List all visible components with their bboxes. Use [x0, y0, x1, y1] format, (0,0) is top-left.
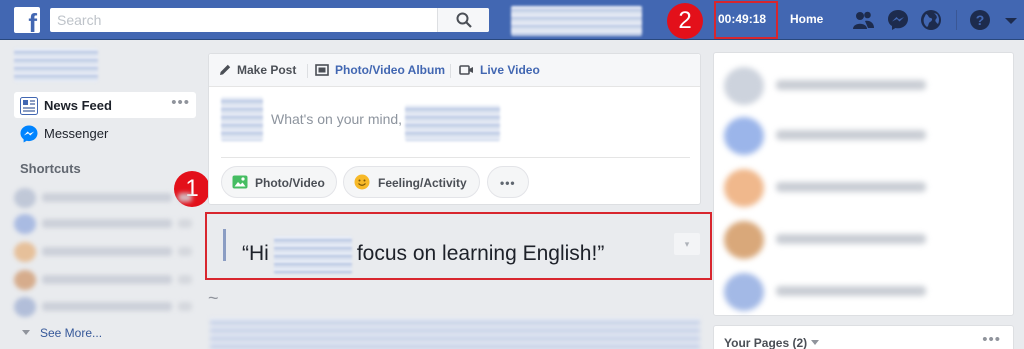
photo-video-button[interactable]: Photo/Video — [221, 166, 337, 198]
video-camera-icon — [459, 65, 473, 75]
pages-options-button[interactable]: ••• — [982, 331, 1001, 348]
more-options-button[interactable]: ••• — [487, 166, 529, 198]
right-item-blurred[interactable] — [724, 117, 1004, 155]
news-feed-icon — [20, 97, 38, 115]
profile-thumbnail-blurred[interactable] — [511, 6, 642, 36]
usage-timer: 00:49:18 — [718, 12, 767, 26]
feeling-activity-label: Feeling/Activity — [378, 176, 467, 190]
photo-video-label: Photo/Video — [255, 176, 325, 190]
news-feed-options-button[interactable]: ••• — [171, 94, 190, 111]
tab-make-post[interactable]: Make Post — [220, 63, 297, 77]
your-pages-card: Your Pages (2) ••• — [713, 325, 1014, 349]
messenger-icon — [20, 125, 38, 143]
photo-icon — [232, 175, 248, 189]
right-item-blurred[interactable] — [724, 273, 1004, 311]
sidebar-item-news-feed[interactable]: News Feed ••• — [14, 92, 196, 118]
tab-live-video[interactable]: Live Video — [459, 63, 540, 77]
shortcut-item-blurred[interactable] — [14, 213, 192, 235]
see-more-link[interactable]: See More... — [22, 326, 102, 340]
your-pages-label: Your Pages (2) — [724, 336, 808, 349]
sidebar-item-label: Messenger — [44, 126, 109, 141]
tab-separator — [450, 64, 451, 78]
right-item-blurred[interactable] — [724, 221, 1004, 259]
see-more-label: See More... — [40, 326, 103, 340]
quote-greeting: “Hi — [242, 242, 269, 265]
search-button[interactable] — [437, 8, 489, 32]
quote-options-button[interactable]: ▾ — [674, 233, 700, 255]
sidebar-item-messenger[interactable]: Messenger — [14, 120, 196, 146]
logo-letter: f — [28, 8, 37, 38]
shortcuts-heading: Shortcuts — [20, 161, 81, 176]
shortcut-item-blurred[interactable] — [14, 269, 192, 291]
globe-icon[interactable] — [920, 9, 942, 31]
tab-label: Live Video — [480, 63, 540, 77]
topbar-divider — [956, 10, 957, 30]
annotation-marker-2: 2 — [667, 3, 703, 39]
user-name-blurred — [273, 236, 352, 274]
right-item-blurred[interactable] — [724, 67, 1004, 105]
composer-divider — [221, 157, 690, 158]
shortcut-item-blurred[interactable] — [14, 241, 192, 263]
composer-tabs: Make Post Photo/Video Album Live Video — [209, 54, 700, 87]
motivational-quote-box: “Hi focus on learning English!” ▾ — [205, 212, 712, 280]
help-icon[interactable]: ? — [969, 9, 991, 31]
shortcut-item-blurred[interactable] — [14, 187, 192, 209]
search-input[interactable] — [50, 8, 450, 32]
profile-name-blurred[interactable] — [14, 48, 98, 82]
user-avatar-blurred[interactable] — [221, 97, 263, 141]
caret-down-icon[interactable] — [1000, 9, 1022, 31]
shortcut-item-blurred[interactable] — [14, 296, 192, 318]
facebook-logo[interactable]: f — [14, 7, 40, 38]
feed-story-blurred — [210, 318, 700, 349]
right-sidebar-card — [713, 52, 1014, 316]
quote-message: focus on learning English!” — [356, 242, 605, 265]
right-item-blurred[interactable] — [724, 169, 1004, 207]
your-pages-heading[interactable]: Your Pages (2) — [724, 336, 820, 349]
feed-separator-tilde: ~ — [208, 288, 219, 308]
search-box — [50, 8, 489, 32]
quote-accent-bar — [223, 229, 226, 261]
home-link[interactable]: Home — [790, 12, 823, 26]
caret-down-icon — [811, 340, 820, 345]
tab-separator — [307, 64, 308, 78]
tab-label: Make Post — [237, 63, 297, 77]
more-options-dots: ••• — [500, 176, 516, 190]
photo-album-icon — [315, 64, 329, 76]
pencil-icon — [220, 64, 231, 75]
top-navigation-bar: f 00:49:18 Home ? — [0, 0, 1024, 40]
sidebar-item-label: News Feed — [44, 98, 112, 113]
messenger-icon[interactable] — [887, 9, 909, 31]
caret-down-icon — [22, 330, 30, 335]
search-icon — [456, 12, 472, 28]
feeling-activity-button[interactable]: Feeling/Activity — [343, 166, 480, 198]
user-name-blurred — [405, 105, 500, 141]
status-prompt[interactable]: What's on your mind, — [271, 111, 402, 127]
tab-label: Photo/Video Album — [335, 63, 445, 77]
post-composer: Make Post Photo/Video Album Live Video W… — [208, 53, 701, 205]
svg-text:?: ? — [976, 12, 985, 28]
tab-photo-video-album[interactable]: Photo/Video Album — [315, 63, 445, 77]
smiley-icon — [354, 174, 370, 190]
friends-icon[interactable] — [852, 9, 874, 31]
quote-text: “Hi focus on learning English!” — [242, 236, 604, 274]
